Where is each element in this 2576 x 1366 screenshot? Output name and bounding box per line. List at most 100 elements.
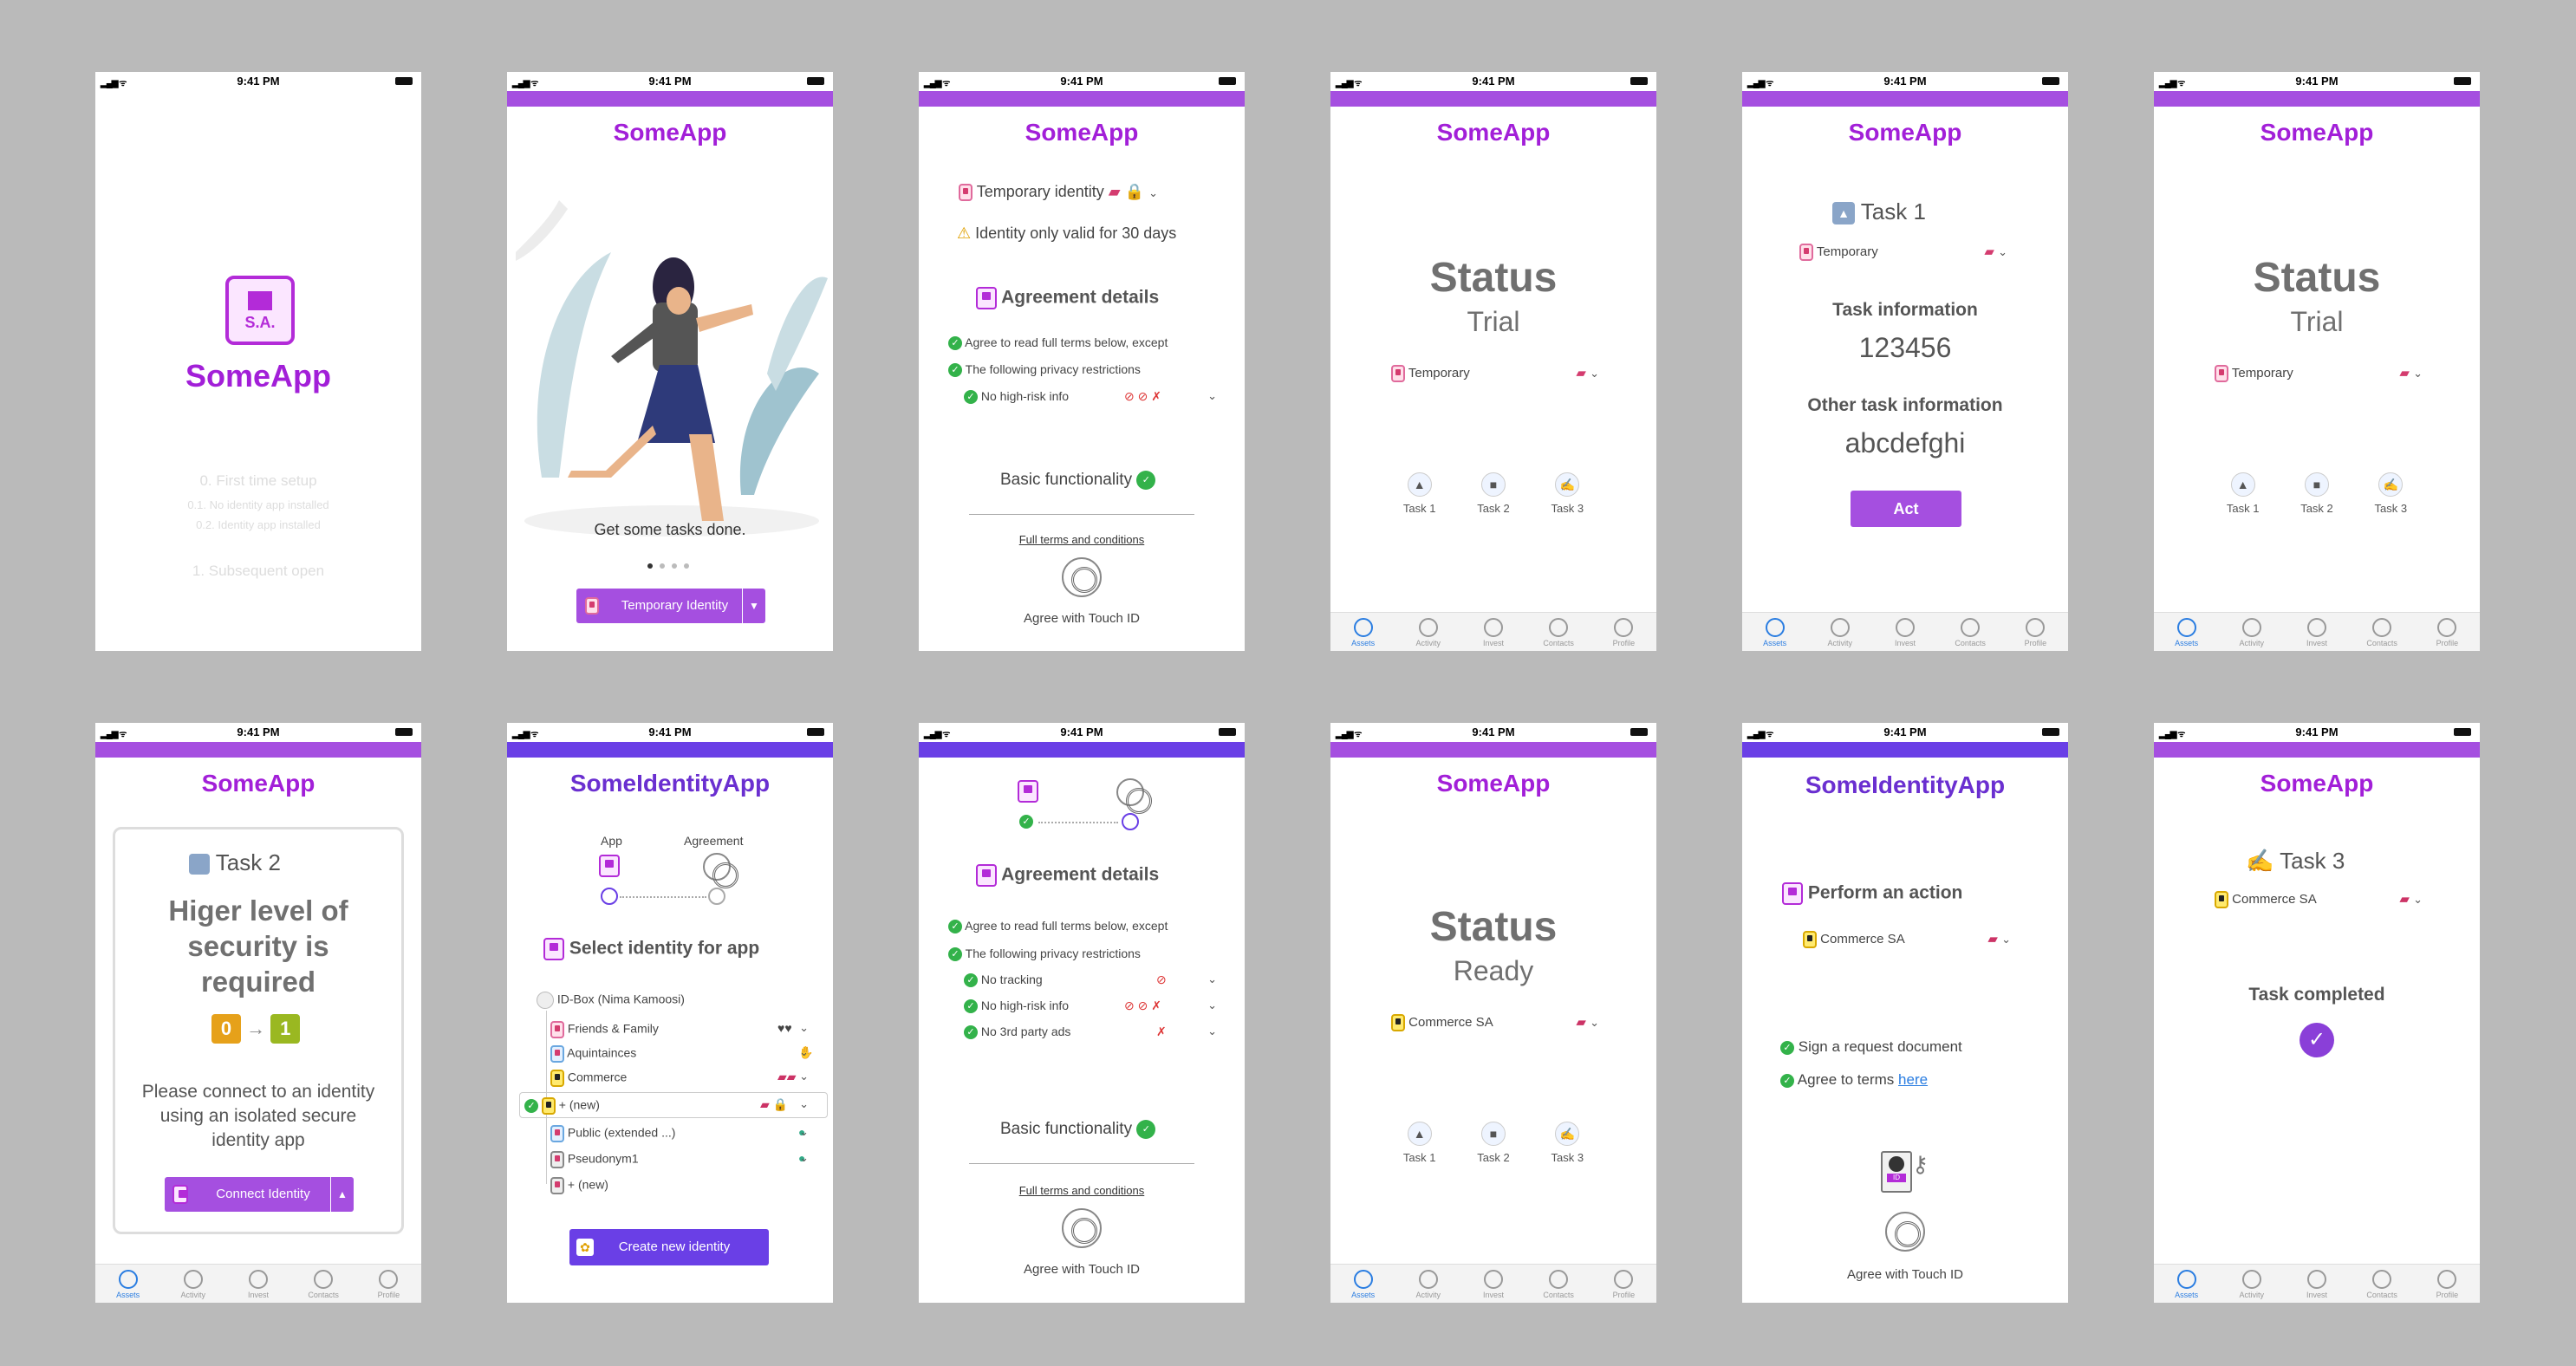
square-icon: ■ bbox=[1480, 1122, 1506, 1146]
full-terms-link[interactable]: Full terms and conditions bbox=[919, 1184, 1245, 1197]
identity-friends-family[interactable]: Friends & Family ♥♥ ⌄ bbox=[550, 1021, 828, 1038]
tab-invest[interactable]: Invest bbox=[1879, 613, 1931, 651]
tab-invest[interactable]: Invest bbox=[232, 1265, 284, 1303]
tab-assets[interactable]: Assets bbox=[2161, 1265, 2213, 1303]
task-3-button[interactable]: ✍ Task 3 bbox=[2375, 472, 2407, 515]
identity-selector[interactable]: Temporary ▰ ⌄ bbox=[1799, 244, 2007, 261]
tab-profile[interactable]: Profile bbox=[2421, 1265, 2473, 1303]
tab-profile[interactable]: Profile bbox=[1597, 1265, 1649, 1303]
menu-subsequent-open[interactable]: 1. Subsequent open bbox=[95, 563, 421, 580]
connect-identity-button[interactable]: Connect Identity ▲ bbox=[165, 1177, 354, 1212]
tab-contacts[interactable]: Contacts bbox=[1532, 613, 1584, 651]
term-no-ads[interactable]: ✓ No 3rd party ads ✗ ⌄ bbox=[964, 1024, 1233, 1040]
app-title: SomeApp bbox=[201, 770, 315, 797]
task-2-button[interactable]: ■ Task 2 bbox=[1477, 472, 1510, 515]
battery-icon bbox=[1219, 77, 1236, 85]
no-tracking-icon: ⊘ bbox=[1156, 972, 1167, 986]
status-bar: ▂▄▆ ᯤ 9:41 PM bbox=[919, 72, 1245, 91]
fingerprint-icon[interactable] bbox=[1062, 557, 1102, 597]
tab-contacts[interactable]: Contacts bbox=[297, 1265, 349, 1303]
check-icon: ✓ bbox=[964, 973, 978, 988]
shopping-bags-icon: ▰▰ bbox=[777, 1070, 797, 1083]
task-2-button[interactable]: ■ Task 2 bbox=[1477, 1122, 1510, 1164]
tab-activity[interactable]: Activity bbox=[1402, 613, 1454, 651]
status-bar: ▂▄▆ ᯤ 9:41 PM bbox=[1742, 72, 2068, 91]
screen-task-2-security: ▂▄▆ ᯤ 9:41 PM SomeApp Task 2 Higer level … bbox=[95, 723, 421, 1303]
dropdown-arrow-icon[interactable]: ▲ bbox=[330, 1177, 354, 1212]
tab-profile[interactable]: Profile bbox=[1597, 613, 1649, 651]
tab-contacts[interactable]: Contacts bbox=[1944, 613, 1996, 651]
identity-selector[interactable]: Commerce SA ▰ ⌄ bbox=[1391, 1014, 1599, 1031]
identity-selector[interactable]: Temporary ▰ ⌄ bbox=[1391, 365, 1599, 382]
identity-new[interactable]: + (new) bbox=[550, 1177, 608, 1194]
task-1-button[interactable]: ▲ Task 1 bbox=[2227, 472, 2259, 515]
tab-assets[interactable]: Assets bbox=[1337, 1265, 1389, 1303]
tab-activity[interactable]: Activity bbox=[2226, 1265, 2278, 1303]
check-icon: ✓ bbox=[524, 1099, 538, 1113]
identity-public[interactable]: Public (extended ...) ● ⌄ bbox=[550, 1125, 828, 1142]
identity-icon bbox=[550, 1151, 564, 1168]
tab-invest[interactable]: Invest bbox=[1467, 1265, 1519, 1303]
screen-splash: ▂▄▆ ᯤ 9:41 PM S.A. SomeApp 0. First time … bbox=[95, 72, 421, 651]
term-no-tracking[interactable]: ✓ No tracking ⊘ ⌄ bbox=[964, 972, 1233, 988]
tab-activity[interactable]: Activity bbox=[2226, 613, 2278, 651]
tab-activity[interactable]: Activity bbox=[167, 1265, 219, 1303]
identity-commerce[interactable]: Commerce ▰▰ ⌄ bbox=[550, 1070, 828, 1087]
heart-icon: ♥♥ bbox=[777, 1021, 792, 1035]
act-button[interactable]: Act bbox=[1851, 491, 1961, 527]
action-item: ✓ Sign a request document bbox=[1780, 1038, 1962, 1056]
tab-activity[interactable]: Activity bbox=[1814, 613, 1866, 651]
tab-contacts[interactable]: Contacts bbox=[1532, 1265, 1584, 1303]
battery-icon bbox=[395, 77, 413, 85]
fingerprint-icon[interactable] bbox=[1885, 1212, 1925, 1252]
identity-icon bbox=[1803, 931, 1817, 948]
full-terms-link[interactable]: Full terms and conditions bbox=[919, 533, 1245, 546]
writing-hand-icon: ✍ bbox=[1555, 472, 1580, 497]
tab-assets[interactable]: Assets bbox=[102, 1265, 154, 1303]
temporary-identity-button[interactable]: Temporary Identity ▼ bbox=[576, 589, 765, 623]
term-no-high-risk[interactable]: ✓ No high-risk info ⊘ ⊘ ✗ ⌄ bbox=[964, 998, 1233, 1014]
identity-selector[interactable]: Commerce SA ▰ ⌄ bbox=[2215, 891, 2423, 908]
tab-profile[interactable]: Profile bbox=[362, 1265, 414, 1303]
chevron-down-icon: ⌄ bbox=[2001, 933, 2011, 946]
tab-contacts[interactable]: Contacts bbox=[2356, 613, 2408, 651]
identity-selector[interactable]: Temporary identity ▰ 🔒 ⌄ bbox=[959, 183, 1158, 202]
key-icon: ⚷ bbox=[1912, 1151, 1929, 1177]
term-item[interactable]: ✓ No high-risk info ⊘ ⊘ ✗ ⌄ bbox=[964, 389, 1233, 405]
tab-assets[interactable]: Assets bbox=[1749, 613, 1801, 651]
tab-contacts[interactable]: Contacts bbox=[2356, 1265, 2408, 1303]
tab-profile[interactable]: Profile bbox=[2009, 613, 2061, 651]
menu-first-setup[interactable]: 0. First time setup bbox=[95, 472, 421, 490]
task-1-button[interactable]: ▲ Task 1 bbox=[1403, 1122, 1435, 1164]
tab-invest[interactable]: Invest bbox=[2291, 1265, 2343, 1303]
identity-aquintainces[interactable]: Aquintainces ✋ ⌄ bbox=[550, 1045, 828, 1063]
menu-no-identity-app[interactable]: 0.1. No identity app installed bbox=[95, 498, 421, 511]
tab-assets[interactable]: Assets bbox=[2161, 613, 2213, 651]
menu-identity-app-installed[interactable]: 0.2. Identity app installed bbox=[95, 518, 421, 531]
touch-id-label: Agree with Touch ID bbox=[1847, 1267, 1963, 1282]
identity-new-commerce[interactable]: ✓ + (new) ▰ 🔒 ⌄ bbox=[524, 1097, 823, 1115]
task-3-button[interactable]: ✍ Task 3 bbox=[1551, 1122, 1584, 1164]
fingerprint-icon[interactable] bbox=[1062, 1208, 1102, 1248]
identity-selector[interactable]: Temporary ▰ ⌄ bbox=[2215, 365, 2423, 382]
tab-profile[interactable]: Profile bbox=[2421, 613, 2473, 651]
chevron-down-icon: ⌄ bbox=[799, 1151, 809, 1164]
check-icon: ✓ bbox=[964, 999, 978, 1014]
tab-invest[interactable]: Invest bbox=[1467, 613, 1519, 651]
onboarding-caption: Get some tasks done. bbox=[594, 521, 746, 538]
touch-id-label: Agree with Touch ID bbox=[1024, 1262, 1140, 1277]
chevron-down-icon: ⌄ bbox=[799, 1097, 809, 1110]
term-item: ✓ Agree to read full terms below, except bbox=[948, 335, 1168, 351]
tab-assets[interactable]: Assets bbox=[1337, 613, 1389, 651]
tab-invest[interactable]: Invest bbox=[2291, 613, 2343, 651]
task-3-button[interactable]: ✍ Task 3 bbox=[1551, 472, 1584, 515]
dropdown-arrow-icon[interactable]: ▼ bbox=[742, 589, 765, 623]
identity-selector[interactable]: Commerce SA ▰ ⌄ bbox=[1803, 931, 2011, 948]
create-identity-button[interactable]: ✿ Create new identity bbox=[569, 1229, 769, 1265]
identity-pseudonym[interactable]: Pseudonym1 ● ⌄ bbox=[550, 1151, 828, 1168]
terms-link[interactable]: here bbox=[1898, 1071, 1928, 1088]
task-1-button[interactable]: ▲ Task 1 bbox=[1403, 472, 1435, 515]
task-title: Task 2 bbox=[189, 849, 281, 876]
tab-activity[interactable]: Activity bbox=[1402, 1265, 1454, 1303]
task-2-button[interactable]: ■ Task 2 bbox=[2300, 472, 2333, 515]
